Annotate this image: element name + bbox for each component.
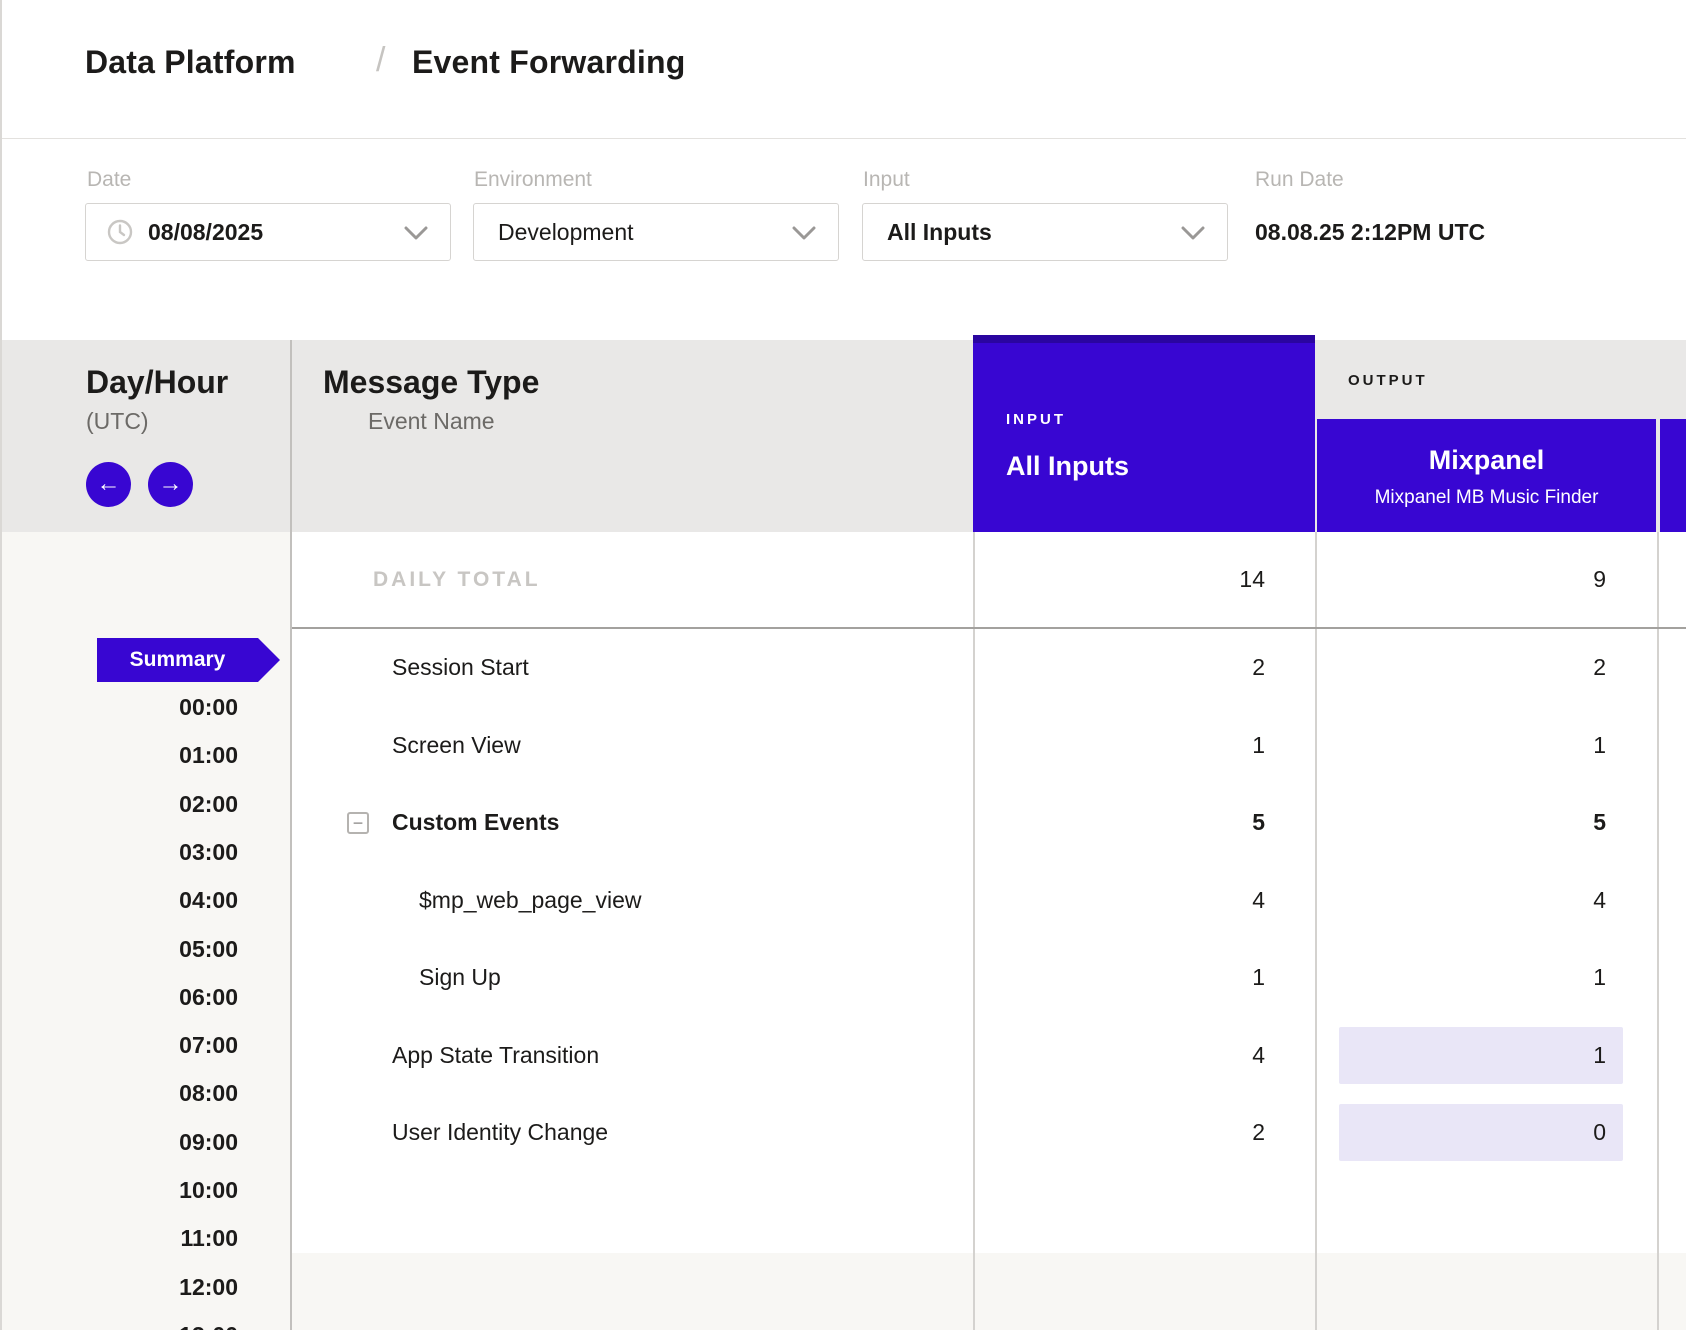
chevron-down-icon xyxy=(792,226,816,241)
daily-total-input-count: 14 xyxy=(1239,532,1265,627)
input-count: 2 xyxy=(1252,629,1265,706)
event-name-label: Session Start xyxy=(392,629,529,706)
hour-label-0900[interactable]: 09:00 xyxy=(179,1128,238,1156)
table-row: Session Start 2 2 xyxy=(292,629,1686,706)
hour-label-0300[interactable]: 03:00 xyxy=(179,838,238,866)
collapse-minus-icon[interactable]: − xyxy=(347,812,369,834)
event-name-label: App State Transition xyxy=(392,1017,599,1094)
event-name-label: $mp_web_page_view xyxy=(419,862,642,939)
input-count: 4 xyxy=(1252,1017,1265,1094)
selected-column-strip xyxy=(973,335,1315,343)
hour-label-1100[interactable]: 11:00 xyxy=(180,1224,238,1252)
highlighted-output-cell[interactable]: 0 xyxy=(1339,1104,1623,1161)
input-count: 1 xyxy=(1252,939,1265,1016)
output-count: 0 xyxy=(1593,1104,1606,1161)
output-count: 1 xyxy=(1593,939,1606,1016)
hour-label-0200[interactable]: 02:00 xyxy=(179,790,238,818)
event-name-label: Sign Up xyxy=(419,939,501,1016)
input-column-header[interactable]: INPUT All Inputs xyxy=(973,335,1315,532)
input-count: 5 xyxy=(1252,784,1265,861)
event-name-label: User Identity Change xyxy=(392,1094,608,1171)
hour-label-0000[interactable]: 00:00 xyxy=(179,693,238,721)
hour-label-1300[interactable]: 13:00 xyxy=(179,1321,238,1330)
event-name-label: Custom Events xyxy=(392,784,559,861)
hour-label-0600[interactable]: 06:00 xyxy=(179,983,238,1011)
message-type-column-title: Message Type xyxy=(323,364,539,401)
hour-label-1000[interactable]: 10:00 xyxy=(179,1176,238,1204)
chevron-down-icon xyxy=(1181,226,1205,241)
hour-list: 00:00 01:00 02:00 03:00 04:00 05:00 06:00 07:00… xyxy=(2,0,290,1330)
output-column-subtitle: Mixpanel MB Music Finder xyxy=(1317,487,1656,509)
output-count: 5 xyxy=(1593,784,1606,861)
input-count: 4 xyxy=(1252,862,1265,939)
hour-label-0100[interactable]: 01:00 xyxy=(179,741,238,769)
input-column-name: All Inputs xyxy=(1006,451,1129,482)
environment-value: Development xyxy=(498,204,634,260)
hour-label-0500[interactable]: 05:00 xyxy=(179,935,238,963)
output-count: 1 xyxy=(1593,1027,1606,1084)
output-column-name: Mixpanel xyxy=(1317,445,1656,476)
output-column-header[interactable]: Mixpanel Mixpanel MB Music Finder xyxy=(1317,419,1656,532)
hour-label-1200[interactable]: 12:00 xyxy=(179,1273,238,1301)
table-row: − Custom Events 5 5 xyxy=(292,784,1686,861)
chevron-down-icon xyxy=(404,226,428,241)
input-dropdown[interactable]: All Inputs xyxy=(862,203,1228,261)
table-row: User Identity Change 2 0 xyxy=(292,1094,1686,1171)
output-count: 2 xyxy=(1593,629,1606,706)
hour-label-0700[interactable]: 07:00 xyxy=(179,1031,238,1059)
table-row: Screen View 1 1 xyxy=(292,707,1686,784)
environment-dropdown[interactable]: Development xyxy=(473,203,839,261)
output-count: 4 xyxy=(1593,862,1606,939)
daily-total-output-count: 9 xyxy=(1593,532,1606,627)
event-forwarding-page: Data Platform / Event Forwarding Date En… xyxy=(0,0,1686,1330)
daily-total-label: DAILY TOTAL xyxy=(373,532,541,627)
daily-total-row: DAILY TOTAL 14 9 xyxy=(292,532,1686,629)
input-section-label: INPUT xyxy=(1006,411,1066,428)
hour-label-0800[interactable]: 08:00 xyxy=(179,1079,238,1107)
table-row: $mp_web_page_view 4 4 xyxy=(292,862,1686,939)
highlighted-output-cell[interactable]: 1 xyxy=(1339,1027,1623,1084)
next-output-column-partial xyxy=(1660,419,1686,532)
table-row: Sign Up 1 1 xyxy=(292,939,1686,1016)
output-count: 1 xyxy=(1593,707,1606,784)
input-filter-label: Input xyxy=(863,168,910,192)
event-name-label: Screen View xyxy=(392,707,521,784)
output-section-label: OUTPUT xyxy=(1348,372,1428,389)
footer-band xyxy=(292,1253,1686,1330)
run-date-value: 08.08.25 2:12PM UTC xyxy=(1255,203,1485,261)
input-count: 1 xyxy=(1252,707,1265,784)
environment-filter-label: Environment xyxy=(474,168,592,192)
page-title: Event Forwarding xyxy=(412,44,685,81)
input-count: 2 xyxy=(1252,1094,1265,1171)
table-row: App State Transition 4 1 xyxy=(292,1017,1686,1094)
input-value: All Inputs xyxy=(887,204,992,260)
breadcrumb-separator: / xyxy=(376,41,385,80)
hour-label-0400[interactable]: 04:00 xyxy=(179,886,238,914)
message-type-column-subtitle: Event Name xyxy=(368,408,495,435)
run-date-label: Run Date xyxy=(1255,168,1344,192)
